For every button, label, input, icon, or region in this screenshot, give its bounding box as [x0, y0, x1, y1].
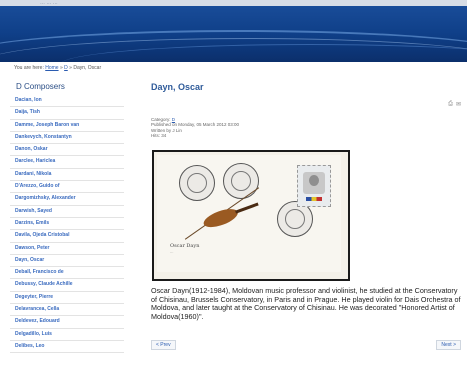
breadcrumb-letter-link[interactable]: D [64, 65, 68, 71]
composer-link[interactable]: Dawson, Peter [10, 243, 124, 255]
breadcrumb-prefix: You are here: [14, 65, 44, 71]
composer-link[interactable]: Dankevych, Konstantyn [10, 132, 124, 145]
composer-link[interactable]: Dayn, Oscar [10, 255, 124, 268]
composer-sidebar: D Composers Dacian, Ion Daija, Tish Damm… [10, 82, 124, 354]
envelope-image: Oscar Dayn … [152, 150, 350, 281]
breadcrumb-current: Dayn, Oscar [73, 65, 102, 71]
composer-link[interactable]: Dargomizhsky, Alexander [10, 193, 124, 206]
breadcrumb-separator: » [69, 65, 72, 71]
composer-link[interactable]: Deldevez, Edouard [10, 316, 124, 329]
composer-link[interactable]: Dacian, Ion [10, 95, 124, 108]
stamp-portrait [303, 172, 325, 194]
top-strip-text: … … … [40, 0, 58, 6]
violin-icon [200, 193, 264, 234]
article-meta: Category: D Published on Monday, 05 Marc… [151, 117, 239, 139]
next-button[interactable]: Next > [436, 340, 461, 350]
envelope-name: Oscar Dayn [170, 243, 200, 249]
postage-stamp [297, 165, 331, 207]
site-banner: … … … [0, 0, 467, 62]
composer-link[interactable]: Delgadillo, Luis [10, 329, 124, 341]
composer-link[interactable]: Debussy, Claude Achille [10, 279, 124, 292]
prev-button[interactable]: < Prev [151, 340, 176, 350]
composer-link[interactable]: Delavrancea, Cella [10, 304, 124, 317]
category-label: Category: [151, 117, 171, 122]
hits-count: Hits: 34 [151, 133, 167, 139]
stamp-flag [306, 197, 322, 201]
article-actions: ⎙ ✉ [448, 101, 461, 108]
composer-link[interactable]: Daija, Tish [10, 107, 124, 120]
envelope: Oscar Dayn … [157, 155, 341, 272]
composer-link[interactable]: Damme, Joseph Baron van [10, 120, 124, 132]
email-icon[interactable]: ✉ [456, 101, 461, 108]
composer-link[interactable]: Darzins, Emils [10, 218, 124, 231]
composer-link[interactable]: Davila, Ojeda Cristobal [10, 230, 124, 243]
composer-link[interactable]: Darclee, Hariclea [10, 156, 124, 169]
composer-link[interactable]: Danon, Oskar [10, 144, 124, 157]
composer-list: Dacian, Ion Daija, Tish Damme, Joseph Ba… [10, 95, 124, 354]
category-link[interactable]: D [172, 117, 175, 122]
top-strip: … … … [0, 0, 467, 6]
composer-link[interactable]: D'Arezzo, Guido of [10, 181, 124, 194]
breadcrumb: You are here: Home » D » Dayn, Oscar [14, 65, 101, 71]
envelope-label: Oscar Dayn … [170, 243, 199, 254]
breadcrumb-separator: » [59, 65, 63, 71]
postmark-icon [179, 165, 215, 201]
composer-link[interactable]: Degeyter, Pierre [10, 292, 124, 305]
article-body: Oscar Dayn(1912-1984), Moldovan music pr… [151, 286, 461, 321]
composer-link[interactable]: Darwish, Sayed [10, 206, 124, 218]
composer-link[interactable]: Dardani, Nikola [10, 169, 124, 182]
composer-link[interactable]: Delibes, Leo [10, 341, 124, 354]
print-icon[interactable]: ⎙ [448, 101, 453, 108]
article: Dayn, Oscar ⎙ ✉ Category: D Published on… [151, 82, 461, 350]
breadcrumb-home-link[interactable]: Home [45, 65, 58, 71]
envelope-subtitle: … [170, 250, 174, 254]
sidebar-heading: D Composers [16, 82, 65, 91]
composer-link[interactable]: Deball, Francisco de [10, 267, 124, 280]
article-title[interactable]: Dayn, Oscar [151, 82, 461, 92]
